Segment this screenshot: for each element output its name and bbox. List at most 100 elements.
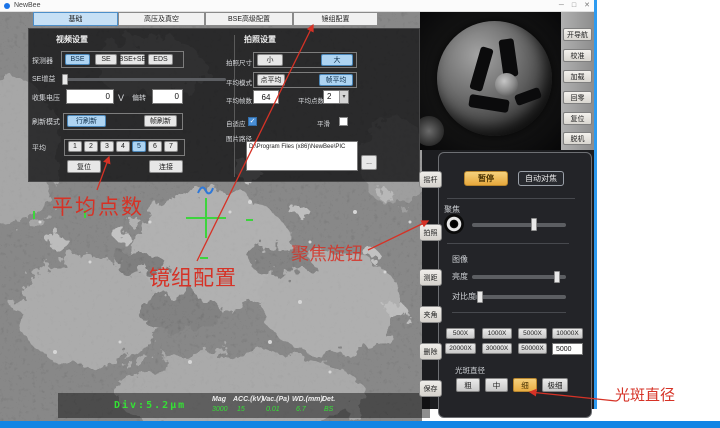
collect-voltage-label: 收集电压 bbox=[32, 93, 60, 103]
path-input[interactable]: D:\Program Files (x86)\NewBee\PIC bbox=[246, 141, 358, 171]
spot-medium-button[interactable]: 中 bbox=[485, 378, 508, 392]
avg-point-button[interactable]: 点平均 bbox=[257, 74, 285, 86]
mag-30000x-button[interactable]: 30000X bbox=[482, 343, 512, 354]
hud-vac-value: 0.01 bbox=[266, 406, 280, 413]
image-hud: Div:5.2μm Mag ACC.(kV) Vac.(Pa) WD.(mm) … bbox=[58, 393, 430, 418]
hud-det-header: Det. bbox=[322, 396, 335, 403]
detector-bse-button[interactable]: BSE bbox=[65, 54, 90, 65]
average-7-button[interactable]: 7 bbox=[164, 141, 178, 152]
focus-knob[interactable] bbox=[444, 214, 464, 234]
spot-extrafine-button[interactable]: 极细 bbox=[542, 378, 568, 392]
crosshair-vertical bbox=[205, 198, 207, 238]
brightness-slider[interactable] bbox=[472, 275, 566, 279]
average-2-button[interactable]: 2 bbox=[84, 141, 98, 152]
tab-basic[interactable]: 基础 bbox=[33, 12, 118, 26]
avg-frames-input[interactable] bbox=[253, 90, 279, 104]
settings-overlay-panel: 视频设置 探测器 BSE SE BSE+SE EDS SE增益 收集电压 V 偏… bbox=[28, 28, 420, 182]
taskbar[interactable] bbox=[0, 421, 720, 428]
maximize-icon[interactable]: □ bbox=[572, 1, 576, 11]
stage-disc bbox=[437, 21, 552, 136]
pause-button[interactable]: 暂停 bbox=[464, 171, 508, 186]
connect-button[interactable]: 连接 bbox=[149, 160, 183, 173]
focus-slider-handle[interactable] bbox=[531, 218, 537, 231]
camera-view bbox=[420, 12, 561, 150]
stage-nav-strip: 开导航 校准 加载 回零 复位 脱机 bbox=[561, 12, 594, 150]
se-gain-slider-handle[interactable] bbox=[62, 74, 68, 85]
se-gain-slider[interactable] bbox=[63, 78, 226, 81]
control-panel: 暂停 自动对焦 聚焦 图像 亮度 对比度 500X 1000X 5000X 10… bbox=[438, 152, 592, 418]
refresh-frame-button[interactable]: 帧刷新 bbox=[144, 115, 177, 127]
sidetab-capture[interactable]: 拍照 bbox=[419, 224, 442, 241]
calibrate-button[interactable]: 校准 bbox=[563, 49, 592, 62]
average-1-button[interactable]: 1 bbox=[68, 141, 82, 152]
mag-500x-button[interactable]: 500X bbox=[446, 328, 475, 339]
load-button[interactable]: 加载 bbox=[563, 70, 592, 83]
mag-5000x-button[interactable]: 5000X bbox=[518, 328, 547, 339]
image-section-label: 图像 bbox=[452, 254, 468, 265]
mag-20000x-button[interactable]: 20000X bbox=[445, 343, 476, 354]
mag-10000x-button[interactable]: 10000X bbox=[552, 328, 583, 339]
home-button[interactable]: 回零 bbox=[563, 91, 592, 104]
hud-wd-header: WD.(mm) bbox=[292, 396, 323, 403]
photo-size-label: 拍照尺寸 bbox=[226, 57, 252, 67]
detector-se-button[interactable]: SE bbox=[95, 54, 117, 65]
deflect-input[interactable] bbox=[152, 89, 183, 104]
magnification-input[interactable] bbox=[552, 343, 583, 355]
hud-mag-header: Mag bbox=[212, 396, 226, 403]
smooth-label: 平滑 bbox=[317, 118, 330, 128]
contrast-slider[interactable] bbox=[474, 295, 566, 299]
adaptive-checkbox[interactable]: ✓ bbox=[248, 117, 257, 126]
open-navigation-button[interactable]: 开导航 bbox=[563, 28, 592, 41]
mag-50000x-button[interactable]: 50000X bbox=[518, 343, 547, 354]
detector-bse-se-button[interactable]: BSE+SE bbox=[120, 54, 145, 65]
autofocus-button[interactable]: 自动对焦 bbox=[518, 171, 564, 186]
hud-vac-header: Vac.(Pa) bbox=[262, 396, 289, 403]
voltage-unit-label: V bbox=[118, 93, 124, 103]
sidetab-save[interactable]: 保存 bbox=[419, 380, 442, 397]
spot-coarse-button[interactable]: 粗 bbox=[456, 378, 480, 392]
chevron-down-icon[interactable]: ▾ bbox=[339, 91, 348, 103]
app-icon bbox=[4, 3, 10, 9]
hud-acc-value: 15 bbox=[237, 406, 245, 413]
reset-button[interactable]: 复位 bbox=[67, 160, 101, 173]
average-3-button[interactable]: 3 bbox=[100, 141, 114, 152]
contrast-slider-handle[interactable] bbox=[477, 291, 483, 303]
photo-settings-title: 拍照设置 bbox=[244, 34, 276, 45]
collect-voltage-input[interactable] bbox=[66, 89, 114, 104]
mag-1000x-button[interactable]: 1000X bbox=[482, 328, 512, 339]
sidetab-delete[interactable]: 删除 bbox=[419, 343, 442, 360]
sidetab-angle[interactable]: 夹角 bbox=[419, 306, 442, 323]
size-small-button[interactable]: 小 bbox=[257, 54, 283, 66]
annotation-spot-diameter: 光斑直径 bbox=[615, 384, 675, 405]
adaptive-label: 自适应 bbox=[226, 118, 246, 128]
deflect-label: 偏转 bbox=[132, 93, 146, 103]
spot-fine-button[interactable]: 细 bbox=[513, 378, 537, 392]
avg-frame-button[interactable]: 帧平均 bbox=[319, 74, 353, 86]
browse-button[interactable]: ... bbox=[361, 155, 377, 170]
brightness-slider-handle[interactable] bbox=[554, 271, 560, 283]
close-icon[interactable]: ✕ bbox=[584, 1, 590, 11]
sidetab-measure[interactable]: 测距 bbox=[419, 269, 442, 286]
minimize-icon[interactable]: ─ bbox=[559, 1, 564, 11]
sidetab-joystick[interactable]: 摇杆 bbox=[419, 171, 442, 188]
refresh-row-button[interactable]: 行刷新 bbox=[67, 115, 106, 127]
tab-lens-config[interactable]: 镜组配置 bbox=[293, 12, 378, 26]
average-6-button[interactable]: 6 bbox=[148, 141, 162, 152]
tab-bse-advanced[interactable]: BSE高级配置 bbox=[205, 12, 293, 26]
stage-reset-button[interactable]: 复位 bbox=[563, 112, 592, 125]
average-5-button[interactable]: 5 bbox=[132, 141, 146, 152]
divider bbox=[447, 198, 575, 199]
annotation-focus-knob: 聚焦旋钮 bbox=[291, 240, 363, 266]
focus-slider[interactable] bbox=[472, 223, 566, 227]
avg-points-dropdown[interactable]: 2 ▾ bbox=[323, 90, 349, 104]
tab-hv-vacuum[interactable]: 高压及真空 bbox=[118, 12, 205, 26]
avg-points-value: 2 bbox=[324, 91, 339, 103]
size-large-button[interactable]: 大 bbox=[321, 54, 353, 66]
wave-icon bbox=[197, 184, 215, 196]
offline-button[interactable]: 脱机 bbox=[563, 132, 592, 145]
window-title: NewBee bbox=[14, 2, 40, 9]
avg-points-label: 平均点数 bbox=[298, 95, 324, 105]
smooth-checkbox[interactable] bbox=[339, 117, 348, 126]
detector-eds-button[interactable]: EDS bbox=[148, 54, 173, 65]
average-4-button[interactable]: 4 bbox=[116, 141, 130, 152]
